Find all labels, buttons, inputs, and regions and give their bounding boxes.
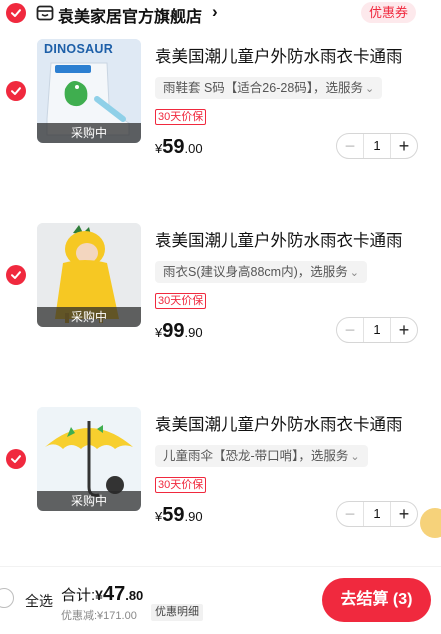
price: ¥59.00: [155, 136, 203, 159]
cart-item-2: 采购中 袁美国潮儿童户外防水雨衣卡通雨 雨衣S(建议身高88cm内)，选服务 ⌄ …: [0, 214, 441, 384]
price-protection-tag: 30天价保: [155, 293, 207, 309]
product-image[interactable]: 采购中: [37, 223, 141, 327]
minus-icon[interactable]: −: [337, 320, 363, 341]
minus-icon[interactable]: −: [337, 136, 363, 157]
price-protection-tag: 30天价保: [155, 477, 207, 493]
price: ¥59.90: [155, 504, 203, 527]
shop-check-icon[interactable]: [6, 3, 26, 23]
quantity-value[interactable]: 1: [363, 134, 391, 158]
store-icon: [36, 5, 54, 21]
minus-icon[interactable]: −: [337, 504, 363, 525]
cart-item-1: DINOSAUR 采购中 袁美国潮儿童户外防水雨衣卡通雨 雨鞋套 S码【适合26…: [0, 30, 441, 200]
cart-item-3: 采购中 袁美国潮儿童户外防水雨衣卡通雨 儿童雨伞【恐龙-带口哨】，选服务 ⌄ 30…: [0, 398, 441, 568]
chevron-down-icon: ⌄: [349, 267, 359, 279]
price-integer: 59: [162, 136, 185, 158]
discount-amount: 优惠减:¥171.00: [61, 610, 137, 622]
quantity-value[interactable]: 1: [363, 502, 391, 526]
checkout-button[interactable]: 去结算 (3): [322, 578, 431, 622]
select-all-label[interactable]: 全选: [25, 591, 53, 611]
product-image[interactable]: DINOSAUR 采购中: [37, 39, 141, 143]
purchasing-badge: 采购中: [37, 123, 141, 143]
total-integer: 47: [102, 583, 126, 605]
price-integer: 99: [162, 320, 185, 342]
shop-header: 袁美家居官方旗舰店 › 优惠券: [0, 0, 441, 26]
quantity-stepper: − 1 +: [336, 501, 418, 527]
spec-label: 雨衣S(建议身高88cm内)，选服务: [163, 265, 348, 279]
coupon-button[interactable]: 优惠券: [361, 2, 417, 23]
product-title[interactable]: 袁美国潮儿童户外防水雨衣卡通雨: [155, 411, 403, 435]
discount-detail-link[interactable]: 优惠明细: [151, 604, 203, 621]
product-title[interactable]: 袁美国潮儿童户外防水雨衣卡通雨: [155, 227, 403, 251]
checkout-bar: 全选 合计:¥47.80 优惠减:¥171.00 优惠明细 去结算 (3): [0, 566, 441, 634]
price: ¥99.90: [155, 320, 203, 343]
spec-selector[interactable]: 雨衣S(建议身高88cm内)，选服务 ⌄: [155, 261, 367, 283]
item-check-icon[interactable]: [6, 449, 26, 469]
spec-label: 雨鞋套 S码【适合26-28码】，选服务: [163, 81, 364, 95]
product-title[interactable]: 袁美国潮儿童户外防水雨衣卡通雨: [155, 43, 403, 67]
radio-icon[interactable]: [0, 588, 14, 608]
chevron-right-icon[interactable]: ›: [212, 2, 218, 22]
quantity-stepper: − 1 +: [336, 317, 418, 343]
total-decimal: .80: [125, 588, 144, 603]
quantity-stepper: − 1 +: [336, 133, 418, 159]
product-image-text: DINOSAUR: [44, 42, 114, 56]
purchasing-badge: 采购中: [37, 307, 141, 327]
spec-selector[interactable]: 儿童雨伞【恐龙-带口哨】，选服务 ⌄: [155, 445, 368, 467]
price-integer: 59: [162, 504, 185, 526]
plus-icon[interactable]: +: [391, 504, 417, 525]
quantity-value[interactable]: 1: [363, 318, 391, 342]
price-protection-tag: 30天价保: [155, 109, 207, 125]
spec-label: 儿童雨伞【恐龙-带口哨】，选服务: [163, 449, 349, 463]
total-currency: ¥: [95, 587, 103, 603]
shop-name[interactable]: 袁美家居官方旗舰店: [58, 3, 202, 27]
price-decimal: .00: [184, 141, 203, 156]
purchasing-badge: 采购中: [37, 491, 141, 511]
spec-selector[interactable]: 雨鞋套 S码【适合26-28码】，选服务 ⌄: [155, 77, 383, 99]
item-check-icon[interactable]: [6, 81, 26, 101]
price-decimal: .90: [184, 509, 203, 524]
chevron-down-icon: ⌄: [365, 83, 375, 95]
item-check-icon[interactable]: [6, 265, 26, 285]
chevron-down-icon: ⌄: [350, 451, 360, 463]
total-price: 合计:¥47.80: [61, 583, 143, 606]
total-label: 合计:: [61, 587, 96, 604]
plus-icon[interactable]: +: [391, 136, 417, 157]
plus-icon[interactable]: +: [391, 320, 417, 341]
price-decimal: .90: [184, 325, 203, 340]
product-image[interactable]: 采购中: [37, 407, 141, 511]
